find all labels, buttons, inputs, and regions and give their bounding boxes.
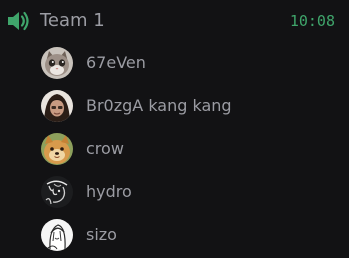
voice-member[interactable]: 67eVen xyxy=(38,44,328,82)
sketch-avatar xyxy=(41,176,73,208)
member-name: sizo xyxy=(86,225,117,244)
person-photo-avatar xyxy=(41,90,73,122)
voice-member-list: 67eVen Br0zgA kang kang crow hydro sizo xyxy=(0,0,349,258)
anime-sketch-avatar xyxy=(41,219,73,251)
voice-member[interactable]: hydro xyxy=(38,173,328,211)
voice-channel-panel: Team 1 10:08 67eVen Br0zgA kang kang cro… xyxy=(0,0,349,258)
voice-member[interactable]: sizo xyxy=(38,216,328,254)
member-name: Br0zgA kang kang xyxy=(86,96,232,115)
member-name: crow xyxy=(86,139,124,158)
voice-member[interactable]: Br0zgA kang kang xyxy=(38,87,328,125)
dog-photo-avatar xyxy=(41,133,73,165)
member-name: hydro xyxy=(86,182,132,201)
voice-member[interactable]: crow xyxy=(38,130,328,168)
cat-photo-avatar xyxy=(41,47,73,79)
member-name: 67eVen xyxy=(86,53,146,72)
